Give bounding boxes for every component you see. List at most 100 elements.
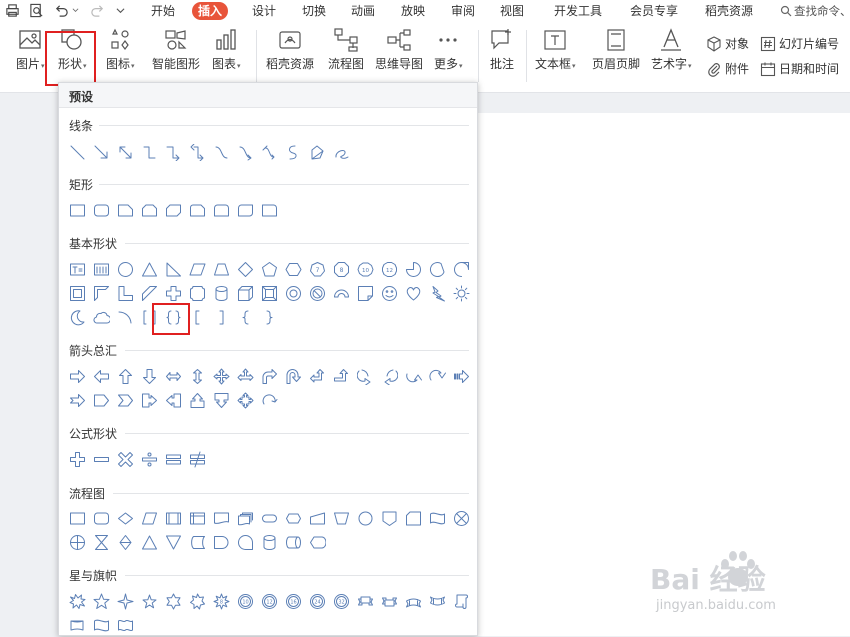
picture-button[interactable]: 图片▾ [16,27,45,73]
shape-flow-sequential-access[interactable] [233,530,257,554]
shape-round-single-corner-rect[interactable] [257,198,281,222]
shape-flow-manual-operation[interactable] [329,506,353,530]
shape-flow-process[interactable] [65,506,89,530]
shape-vertical-text-box[interactable] [89,257,113,281]
shape-flow-data[interactable] [137,506,161,530]
shape-math-plus[interactable] [65,447,89,471]
shape-left-right-up-arrow[interactable] [233,364,257,388]
shape-pie[interactable] [401,257,425,281]
print-preview-icon[interactable] [27,1,45,19]
shape-flow-alternate-process[interactable] [89,506,113,530]
tab-transitions[interactable]: 切换 [302,3,326,19]
shape-triangle[interactable] [137,257,161,281]
shape-explosion-1[interactable] [65,589,89,613]
tab-review[interactable]: 审阅 [451,3,475,19]
shape-snip-diagonal-rect[interactable] [161,198,185,222]
shape-left-brace[interactable] [233,305,257,329]
shape-flow-multidocument[interactable] [233,506,257,530]
shape-math-divide[interactable] [137,447,161,471]
shape-parallelogram[interactable] [185,257,209,281]
shape-elbow-connector[interactable] [137,140,161,164]
shape-quad-arrow[interactable] [209,364,233,388]
shape-right-arrow-callout[interactable] [137,388,161,412]
shape-bent-up-arrow[interactable] [329,364,353,388]
shape-circular-arrow[interactable] [257,388,281,412]
shape-block-arc[interactable] [329,281,353,305]
shape-flow-collate[interactable] [89,530,113,554]
shape-cube[interactable] [233,281,257,305]
shape-notched-right-arrow[interactable] [65,388,89,412]
shape-folded-corner[interactable] [353,281,377,305]
shape-down-arrow[interactable] [137,364,161,388]
shape-no-symbol[interactable] [305,281,329,305]
shape-half-frame[interactable] [89,281,113,305]
shape-oval[interactable] [113,257,137,281]
shape-double-arrow-line[interactable] [113,140,137,164]
shape-curve[interactable] [281,140,305,164]
shape-freeform[interactable] [305,140,329,164]
shape-trapezoid[interactable] [209,257,233,281]
shape-decagon[interactable]: 10 [353,257,377,281]
shape-text-box[interactable] [65,257,89,281]
shape-striped-right-arrow[interactable] [449,364,473,388]
shape-up-down-arrow[interactable] [185,364,209,388]
shape-diamond[interactable] [233,257,257,281]
shape-lightning-bolt[interactable] [425,281,449,305]
mindmap-button[interactable]: 思维导图 [375,27,423,71]
shape-star-7[interactable] [185,589,209,613]
shape-math-minus[interactable] [89,447,113,471]
shape-flow-or[interactable] [65,530,89,554]
chart-button[interactable]: 图表▾ [212,27,241,73]
shape-flow-summing-junction[interactable] [449,506,473,530]
shape-star-10[interactable]: 10 [233,589,257,613]
shape-ribbon-up[interactable] [353,589,377,613]
shape-smiley-face[interactable] [377,281,401,305]
shape-u-turn-arrow[interactable] [281,364,305,388]
shape-left-up-arrow[interactable] [305,364,329,388]
shape-up-arrow[interactable] [113,364,137,388]
tab-docer[interactable]: 稻壳资源 [705,3,753,19]
shape-flow-predefined-process[interactable] [161,506,185,530]
shape-flow-terminator[interactable] [257,506,281,530]
shape-elbow-arrow-connector[interactable] [161,140,185,164]
comment-button[interactable]: 批注 [489,27,515,71]
shape-curved-arrow-connector[interactable] [233,140,257,164]
shape-flow-off-page-connector[interactable] [377,506,401,530]
shape-flow-sort[interactable] [113,530,137,554]
shape-curved-down-arrow[interactable] [425,364,449,388]
shape-flow-direct-access[interactable] [281,530,305,554]
shape-pentagon[interactable] [257,257,281,281]
shape-arc[interactable] [113,305,137,329]
shape-ribbon-down[interactable] [377,589,401,613]
more-button[interactable]: 更多▾ [434,27,463,73]
shape-star-4[interactable] [113,589,137,613]
shape-star-6[interactable] [161,589,185,613]
shape-right-brace[interactable] [257,305,281,329]
shape-snip-round-rect[interactable] [185,198,209,222]
shape-right-arrow[interactable] [65,364,89,388]
shape-down-arrow-callout[interactable] [209,388,233,412]
print-icon[interactable] [3,1,21,19]
wordart-button[interactable]: 艺术字▾ [651,27,692,73]
shape-snip-same-side-rect[interactable] [137,198,161,222]
shape-rectangle[interactable] [65,198,89,222]
undo-icon[interactable] [52,1,70,19]
shape-flow-decision[interactable] [113,506,137,530]
shape-quad-arrow-callout[interactable] [233,388,257,412]
tab-home[interactable]: 开始 [151,3,175,19]
shape-flow-magnetic-disk[interactable] [257,530,281,554]
shape-star-32[interactable]: 32 [329,589,353,613]
tab-slideshow[interactable]: 放映 [401,3,425,19]
redo-icon[interactable] [88,1,106,19]
shape-heart[interactable] [401,281,425,305]
shape-flow-punched-tape[interactable] [425,506,449,530]
shape-flow-card[interactable] [401,506,425,530]
slide-number-button[interactable]: 幻灯片编号 [760,35,839,52]
shape-flow-extract[interactable] [137,530,161,554]
shape-heptagon[interactable]: 7 [305,257,329,281]
shape-moon[interactable] [65,305,89,329]
shape-sun[interactable] [449,281,473,305]
shape-can[interactable] [209,281,233,305]
shape-octagon[interactable]: 8 [329,257,353,281]
shape-horizontal-scroll[interactable] [65,613,89,637]
